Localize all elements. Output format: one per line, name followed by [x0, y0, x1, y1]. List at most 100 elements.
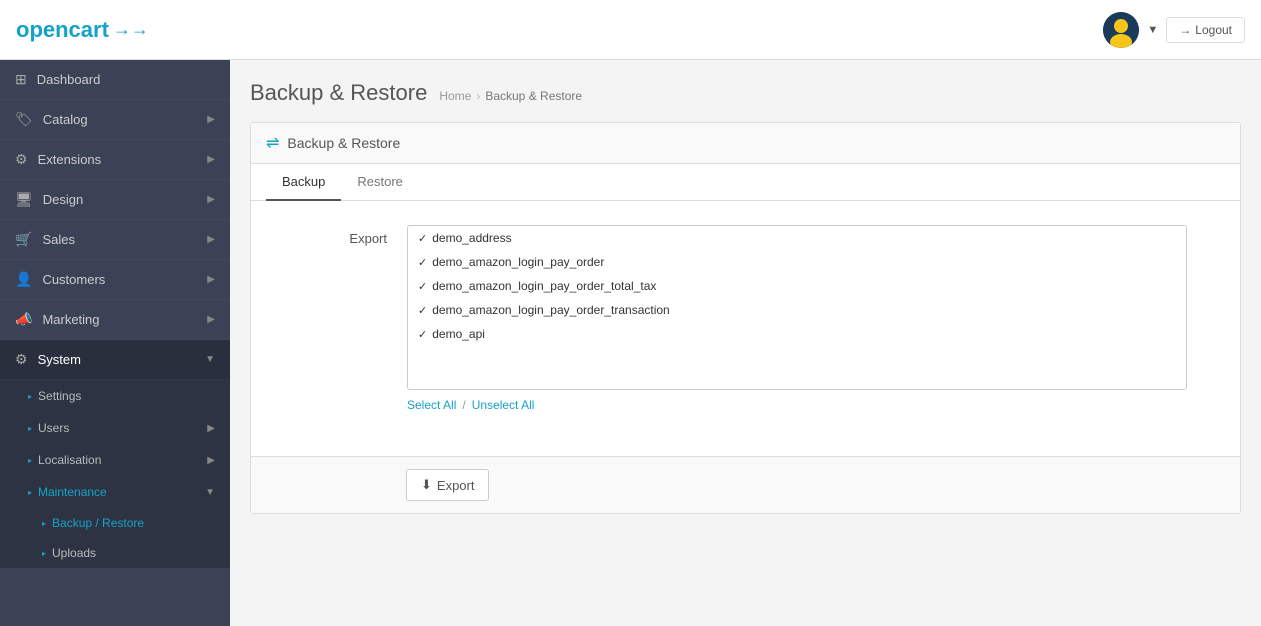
users-arrow-icon: ▶ — [207, 423, 215, 434]
sidebar-item-marketing[interactable]: 📣 Marketing ▶ — [0, 300, 230, 340]
logout-icon: → — [1179, 23, 1191, 37]
design-icon: 🖥 — [15, 191, 33, 208]
settings-dot-icon: ▸ — [28, 392, 32, 401]
sidebar-item-extensions[interactable]: ⚙ Extensions ▶ — [0, 140, 230, 180]
avatar[interactable] — [1103, 12, 1139, 48]
marketing-arrow-icon: ▶ — [207, 314, 215, 325]
logout-button[interactable]: → Logout — [1166, 17, 1245, 43]
sidebar-label-uploads: Uploads — [52, 546, 96, 560]
localisation-arrow-icon: ▶ — [207, 455, 215, 466]
catalog-icon: 🏷 — [15, 111, 33, 128]
export-button[interactable]: ⬇ Export — [406, 469, 489, 501]
export-form-row: Export ✓ demo_address ✓ demo_amazon_logi… — [267, 225, 1224, 412]
backup-dot-icon: ▸ — [42, 519, 46, 528]
design-arrow-icon: ▶ — [207, 194, 215, 205]
sidebar-label-sales: Sales — [42, 232, 75, 247]
sidebar: ⊞ Dashboard 🏷 Catalog ▶ ⚙ Extensions ▶ 🖥… — [0, 60, 230, 626]
catalog-arrow-icon: ▶ — [207, 114, 215, 125]
sidebar-item-system[interactable]: ⚙ System ▼ — [0, 340, 230, 380]
sidebar-item-catalog[interactable]: 🏷 Catalog ▶ — [0, 100, 230, 140]
sales-arrow-icon: ▶ — [207, 234, 215, 245]
sidebar-label-marketing: Marketing — [42, 312, 99, 327]
export-button-icon: ⬇ — [421, 477, 432, 493]
maintenance-arrow-icon: ▼ — [205, 487, 215, 498]
table-item-2[interactable]: ✓ demo_amazon_login_pay_order_total_tax — [408, 274, 1186, 298]
sidebar-item-sales[interactable]: 🛒 Sales ▶ — [0, 220, 230, 260]
sidebar-item-maintenance[interactable]: ▸ Maintenance ▼ — [0, 476, 230, 508]
logo-arrow-icon: →→ — [113, 19, 149, 40]
sidebar-item-settings[interactable]: ▸ Settings — [0, 380, 230, 412]
table-item-4[interactable]: ✓ demo_api — [408, 322, 1186, 346]
sidebar-label-localisation: Localisation — [38, 453, 101, 467]
sidebar-label-maintenance: Maintenance — [38, 485, 107, 499]
main-layout: ⊞ Dashboard 🏷 Catalog ▶ ⚙ Extensions ▶ 🖥… — [0, 60, 1261, 626]
sidebar-item-design[interactable]: 🖥 Design ▶ — [0, 180, 230, 220]
page-header: Backup & Restore Home › Backup & Restore — [250, 80, 1241, 106]
sidebar-label-extensions: Extensions — [38, 152, 102, 167]
breadcrumb-separator: › — [476, 89, 480, 103]
table-item-0[interactable]: ✓ demo_address — [408, 226, 1186, 250]
uploads-dot-icon: ▸ — [42, 549, 46, 558]
system-icon: ⚙ — [15, 351, 28, 368]
extensions-icon: ⚙ — [15, 151, 28, 168]
marketing-icon: 📣 — [15, 311, 32, 328]
sidebar-item-uploads[interactable]: ▸ Uploads — [0, 538, 230, 568]
sidebar-label-settings: Settings — [38, 389, 81, 403]
content-area: Backup & Restore Home › Backup & Restore… — [230, 60, 1261, 626]
sidebar-label-customers: Customers — [42, 272, 105, 287]
breadcrumb-current: Backup & Restore — [485, 89, 582, 103]
sidebar-item-backup-restore[interactable]: ▸ Backup / Restore — [0, 508, 230, 538]
table-name-1: demo_amazon_login_pay_order — [432, 255, 604, 269]
tab-backup-content: Export ✓ demo_address ✓ demo_amazon_logi… — [251, 201, 1240, 456]
dashboard-icon: ⊞ — [15, 71, 27, 88]
sidebar-item-users[interactable]: ▸ Users ▶ — [0, 412, 230, 444]
sidebar-item-localisation[interactable]: ▸ Localisation ▶ — [0, 444, 230, 476]
check-icon-0: ✓ — [418, 232, 427, 245]
card-header-icon: ⇌ — [266, 133, 279, 153]
logo: opencart →→ — [16, 17, 149, 43]
export-button-label: Export — [437, 478, 475, 493]
top-navbar: opencart →→ ▼ → Logout — [0, 0, 1261, 60]
tables-select-box[interactable]: ✓ demo_address ✓ demo_amazon_login_pay_o… — [407, 225, 1187, 390]
export-control: ✓ demo_address ✓ demo_amazon_login_pay_o… — [407, 225, 1224, 412]
sidebar-label-backup-restore: Backup / Restore — [52, 516, 144, 530]
system-arrow-icon: ▼ — [205, 354, 215, 365]
sidebar-item-dashboard[interactable]: ⊞ Dashboard — [0, 60, 230, 100]
customers-icon: 👤 — [15, 271, 32, 288]
check-icon-2: ✓ — [418, 280, 427, 293]
avatar-dropdown-icon[interactable]: ▼ — [1147, 24, 1158, 36]
unselect-all-link[interactable]: Unselect All — [472, 398, 535, 412]
extensions-arrow-icon: ▶ — [207, 154, 215, 165]
table-item-1[interactable]: ✓ demo_amazon_login_pay_order — [408, 250, 1186, 274]
breadcrumb-home[interactable]: Home — [439, 89, 471, 103]
users-dot-icon: ▸ — [28, 424, 32, 433]
sidebar-label-system: System — [38, 352, 81, 367]
divider: / — [462, 398, 465, 412]
sales-icon: 🛒 — [15, 231, 32, 248]
tab-restore[interactable]: Restore — [341, 164, 419, 201]
sidebar-label-dashboard: Dashboard — [37, 72, 101, 87]
card-footer: ⬇ Export — [251, 456, 1240, 513]
logo-text: opencart — [16, 17, 109, 43]
tabs-container: Backup Restore — [251, 164, 1240, 201]
sidebar-label-catalog: Catalog — [43, 112, 88, 127]
sidebar-maintenance-submenu: ▸ Backup / Restore ▸ Uploads — [0, 508, 230, 568]
breadcrumb: Home › Backup & Restore — [439, 89, 582, 103]
customers-arrow-icon: ▶ — [207, 274, 215, 285]
card-body: Backup Restore Export ✓ — [251, 164, 1240, 513]
tab-backup[interactable]: Backup — [266, 164, 341, 201]
select-all-link[interactable]: Select All — [407, 398, 456, 412]
export-label: Export — [267, 225, 407, 246]
table-name-4: demo_api — [432, 327, 485, 341]
localisation-dot-icon: ▸ — [28, 456, 32, 465]
top-right-controls: ▼ → Logout — [1103, 12, 1245, 48]
table-name-3: demo_amazon_login_pay_order_transaction — [432, 303, 670, 317]
table-item-3[interactable]: ✓ demo_amazon_login_pay_order_transactio… — [408, 298, 1186, 322]
sidebar-item-customers[interactable]: 👤 Customers ▶ — [0, 260, 230, 300]
check-icon-3: ✓ — [418, 304, 427, 317]
check-icon-1: ✓ — [418, 256, 427, 269]
sidebar-label-users: Users — [38, 421, 69, 435]
maintenance-dot-icon: ▸ — [28, 488, 32, 497]
table-name-0: demo_address — [432, 231, 511, 245]
main-card: ⇌ Backup & Restore Backup Restore Export — [250, 122, 1241, 514]
